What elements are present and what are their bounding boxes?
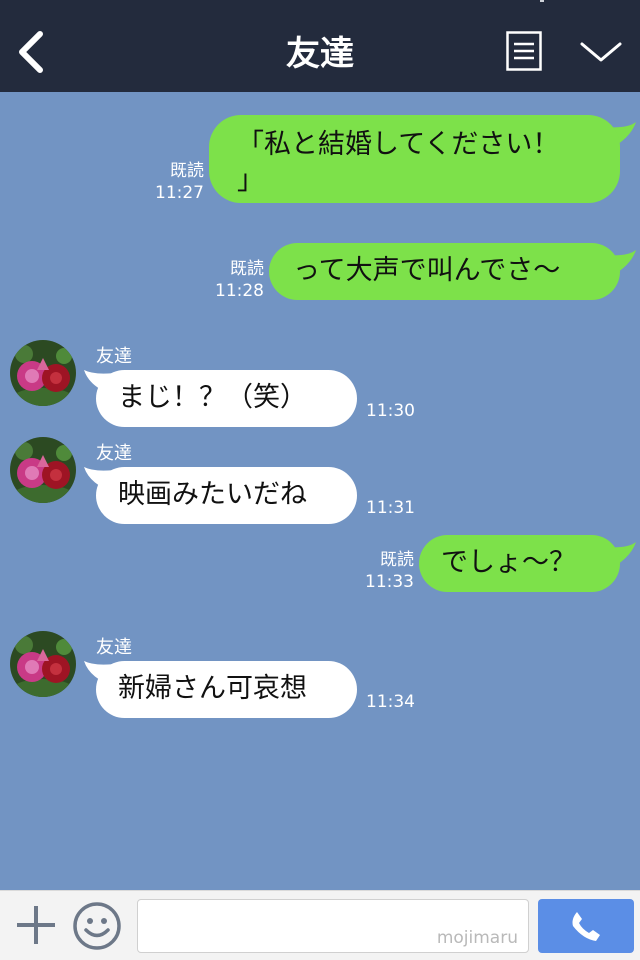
message-sent: 既読 11:33 でしょ〜？ [0, 532, 640, 602]
chevron-down-icon[interactable] [578, 36, 624, 66]
message-bubble[interactable]: まじ！？（笑） [96, 370, 357, 427]
message-text: 映画みたいだね [118, 479, 307, 510]
message-time: 11:31 [366, 498, 415, 518]
avatar[interactable] [10, 340, 76, 406]
menu-list-icon[interactable] [506, 31, 542, 71]
message-text: でしょ〜？ [441, 547, 576, 578]
message-sent: 既読 11:28 って大声で叫んでさ〜 [0, 232, 640, 312]
message-input[interactable]: mojimaru [137, 899, 529, 953]
read-receipt: 既読 [170, 161, 204, 181]
message-time: 11:34 [366, 692, 415, 712]
sender-name: 友達 [96, 637, 132, 658]
message-bubble[interactable]: でしょ〜？ [419, 535, 620, 592]
message-meta: 既読 11:27 [140, 160, 204, 204]
call-button[interactable] [538, 899, 634, 953]
input-bar: mojimaru [0, 890, 640, 960]
message-received: 友達 映画みたいだね 11:31 [0, 435, 640, 530]
message-bubble[interactable]: って大声で叫んでさ〜 [269, 243, 620, 300]
chat-title: 友達 [286, 34, 354, 74]
chat-header: 友達 [0, 0, 640, 92]
message-text: って大声で叫んでさ〜 [293, 255, 561, 286]
status-bar-indicator [540, 0, 544, 2]
watermark-text: mojimaru [436, 928, 518, 948]
avatar[interactable] [10, 631, 76, 697]
sender-name: 友達 [96, 443, 132, 464]
read-receipt: 既読 [380, 550, 414, 570]
message-bubble[interactable]: 新婦さん可哀想 [96, 661, 357, 718]
phone-icon [572, 912, 600, 941]
message-sent: 既読 11:27 「私と結婚してください！ 」 [0, 92, 640, 212]
message-time: 11:30 [366, 401, 415, 421]
message-received: 友達 まじ！？（笑） 11:30 [0, 338, 640, 433]
message-time: 11:33 [365, 572, 414, 592]
message-received: 友達 新婦さん可哀想 11:34 [0, 629, 640, 724]
avatar[interactable] [10, 437, 76, 503]
message-time: 11:28 [215, 281, 264, 301]
read-receipt: 既読 [230, 259, 264, 279]
plus-icon[interactable] [14, 903, 58, 947]
sender-name: 友達 [96, 346, 132, 367]
message-text: 「私と結婚してください！ 」 [237, 129, 560, 196]
message-meta: 既読 11:33 [350, 549, 414, 593]
chat-area[interactable]: 既読 11:27 「私と結婚してください！ 」 既読 11:28 って大声で叫ん… [0, 92, 640, 890]
message-bubble[interactable]: 映画みたいだね [96, 467, 357, 524]
message-time: 11:27 [155, 183, 204, 203]
message-meta: 既読 11:28 [200, 258, 264, 302]
smiley-icon[interactable] [72, 901, 122, 951]
message-text: 新婦さん可哀想 [118, 673, 307, 704]
message-text: まじ！？（笑） [118, 382, 307, 413]
message-bubble[interactable]: 「私と結婚してください！ 」 [209, 115, 620, 203]
